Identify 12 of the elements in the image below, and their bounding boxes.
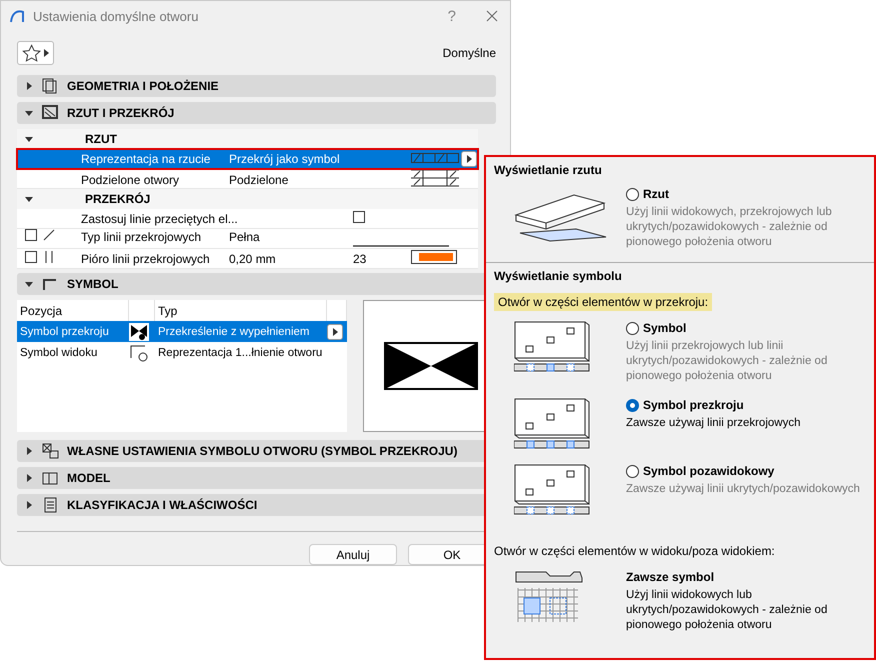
- section-title: Wyświetlanie rzutu: [494, 163, 602, 177]
- option-description: Użyj linii widokowych, przekrojowych lub ukrytych/pozawidokowych - zależnie od pionowego położenia otworu: [626, 205, 833, 250]
- subheading: Otwór w części elementów w widoku/poza widokiem:: [494, 544, 776, 558]
- section-title: Wyświetlanie symbolu: [494, 269, 623, 283]
- window-title: Ustawienia domyślne otworu: [33, 8, 200, 24]
- option-description: Użyj linii widokowych lub ukrytych/pozawidokowych - zależnie od pionowego położenia otworu: [626, 588, 828, 633]
- favorites-label: Domyślne: [442, 46, 496, 60]
- highlighted-heading: Otwór w części elementów w przekroju:: [494, 293, 712, 311]
- option-title: Zawsze symbol: [626, 570, 716, 584]
- option-description: Zawsze używaj linii ukrytych/pozawidokowych: [626, 482, 861, 497]
- option-description: Zawsze używaj linii przekrojowych: [626, 416, 802, 431]
- option-description: Użyj linii przekrojowych lub linii ukrytych/pozawidokowych - zależnie od pionowego położenia otworu: [626, 339, 828, 384]
